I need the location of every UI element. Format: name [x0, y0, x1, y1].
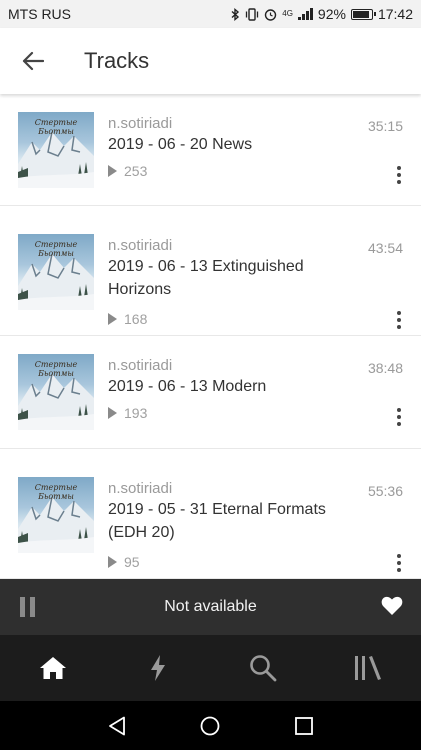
bluetooth-icon	[231, 7, 240, 21]
home-circle-icon	[201, 716, 220, 735]
system-home-button[interactable]	[190, 706, 230, 746]
cover-title-text: Стертые Бьотмы	[34, 483, 78, 501]
play-count-value: 168	[124, 311, 148, 327]
system-back-button[interactable]	[97, 706, 137, 746]
track-cover-art: Стертые Бьотмы	[18, 112, 94, 188]
more-vertical-icon	[397, 311, 401, 315]
play-icon	[108, 556, 117, 568]
track-title[interactable]: 2019 - 06 - 20 News	[108, 133, 368, 156]
battery-icon	[350, 8, 376, 20]
bottom-nav	[0, 635, 421, 701]
system-recents-button[interactable]	[284, 706, 324, 746]
status-bar: MTS RUS 4G 92% 17:42	[0, 0, 421, 28]
play-count-value: 253	[124, 163, 148, 179]
status-icons: 4G 92% 17:42	[231, 6, 413, 22]
alarm-icon	[264, 8, 277, 21]
more-vertical-icon	[397, 554, 401, 558]
recents-square-icon	[295, 716, 314, 735]
track-author[interactable]: n.sotiriadi	[108, 357, 172, 374]
back-triangle-icon	[108, 716, 125, 735]
track-play-count: 193	[108, 405, 147, 421]
system-nav-bar	[0, 701, 421, 750]
track-row[interactable]: Стертые Бьотмы n.sotiriadi 43:54 2019 - …	[0, 206, 421, 336]
track-more-button[interactable]	[389, 308, 409, 332]
library-icon	[355, 656, 382, 680]
pause-button[interactable]	[20, 597, 36, 617]
track-cover-art: Стертые Бьотмы	[18, 477, 94, 553]
like-button[interactable]	[381, 596, 403, 621]
play-icon	[108, 165, 117, 177]
more-vertical-icon	[397, 166, 401, 170]
track-row[interactable]: Стертые Бьотмы n.sotiriadi 35:15 2019 - …	[0, 94, 421, 206]
track-more-button[interactable]	[389, 551, 409, 575]
vibrate-icon	[245, 7, 259, 21]
arrow-left-icon	[22, 51, 44, 71]
track-more-button[interactable]	[389, 405, 409, 429]
track-title[interactable]: 2019 - 06 - 13 Extinguished Horizons	[108, 255, 368, 301]
clock: 17:42	[377, 6, 413, 22]
track-play-count: 253	[108, 163, 147, 179]
back-button[interactable]	[0, 28, 66, 94]
battery-percent: 92%	[317, 6, 346, 22]
page-title: Tracks	[84, 48, 150, 73]
app-bar: Tracks	[0, 28, 421, 94]
search-icon	[250, 655, 277, 682]
track-play-count: 168	[108, 311, 147, 327]
network-type-label: 4G	[282, 9, 293, 18]
nav-home[interactable]	[23, 638, 83, 698]
track-cover-art: Стертые Бьотмы	[18, 354, 94, 430]
track-duration: 55:36	[367, 483, 403, 499]
track-duration: 35:15	[367, 118, 403, 134]
play-count-value: 193	[124, 405, 148, 421]
cover-title-text: Стертые Бьотмы	[34, 360, 78, 378]
play-icon	[108, 313, 117, 325]
play-count-value: 95	[124, 554, 140, 570]
track-row[interactable]: Стертые Бьотмы n.sotiriadi 38:48 2019 - …	[0, 336, 421, 449]
lightning-icon	[150, 655, 165, 681]
nav-stream[interactable]	[128, 638, 188, 698]
track-title[interactable]: 2019 - 06 - 13 Modern	[108, 375, 368, 398]
track-duration: 38:48	[367, 360, 403, 376]
player-bar[interactable]: Not available	[0, 579, 421, 635]
track-author[interactable]: n.sotiriadi	[108, 480, 172, 497]
more-vertical-icon	[397, 408, 401, 412]
pause-icon	[20, 597, 25, 617]
cover-title-text: Стертые Бьотмы	[34, 240, 78, 258]
nav-library[interactable]	[338, 638, 398, 698]
track-author[interactable]: n.sotiriadi	[108, 237, 172, 254]
cover-title-text: Стертые Бьотмы	[34, 118, 78, 136]
home-icon	[39, 657, 66, 679]
track-cover-art: Стертые Бьотмы	[18, 234, 94, 310]
track-play-count: 95	[108, 554, 140, 570]
carrier-label: MTS RUS	[8, 6, 71, 22]
track-row[interactable]: Стертые Бьотмы n.sotiriadi 55:36 2019 - …	[0, 449, 421, 579]
player-status: Not available	[164, 598, 257, 615]
track-duration: 43:54	[367, 240, 403, 256]
nav-search[interactable]	[233, 638, 293, 698]
track-list[interactable]: Стертые Бьотмы n.sotiriadi 35:15 2019 - …	[0, 94, 421, 579]
track-author[interactable]: n.sotiriadi	[108, 115, 172, 132]
signal-icon	[297, 8, 313, 20]
heart-icon	[381, 596, 403, 615]
track-more-button[interactable]	[389, 163, 409, 187]
track-title[interactable]: 2019 - 05 - 31 Eternal Formats (EDH 20)	[108, 498, 368, 544]
play-icon	[108, 407, 117, 419]
